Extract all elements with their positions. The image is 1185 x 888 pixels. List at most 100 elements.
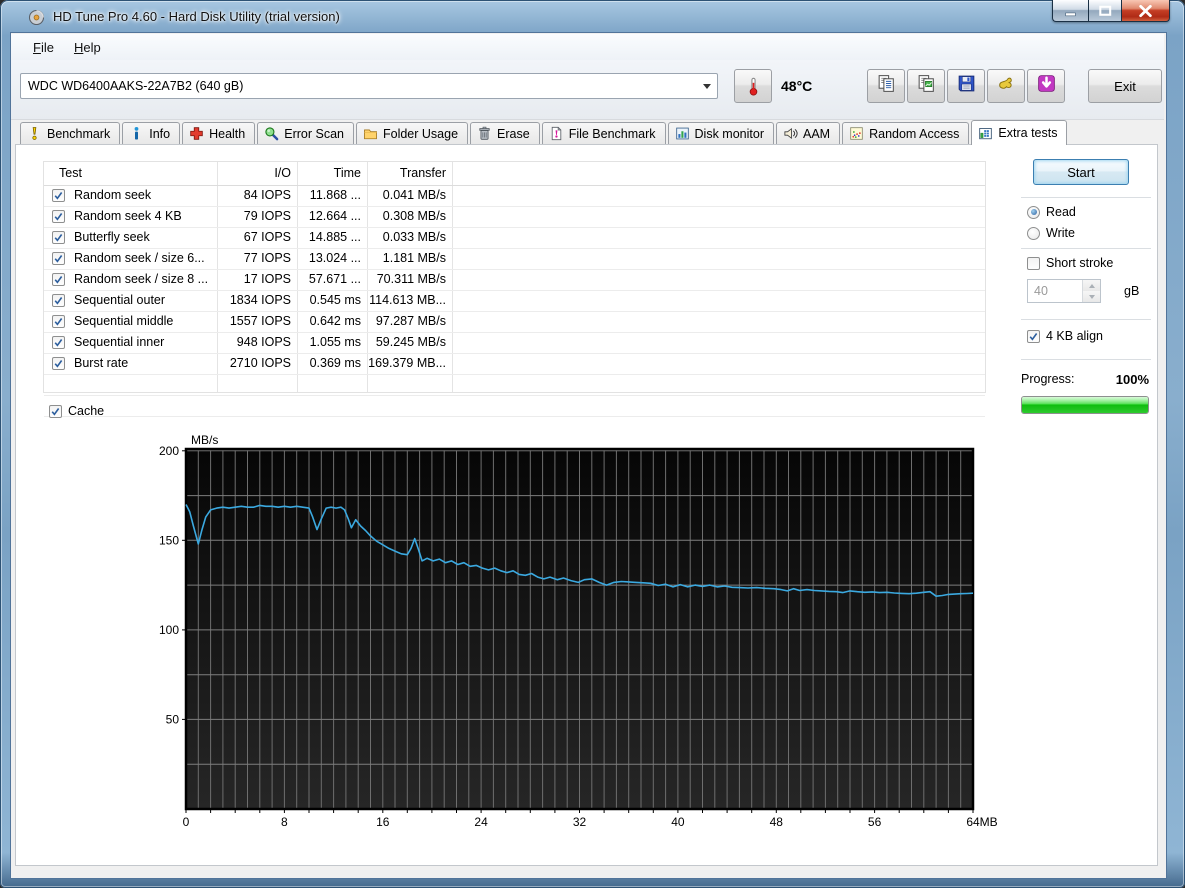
- stepper-down-icon[interactable]: [1083, 291, 1100, 302]
- col-test: Test: [59, 166, 82, 180]
- col-transfer: Transfer: [367, 166, 446, 180]
- short-stroke-size-stepper[interactable]: 40: [1027, 279, 1101, 303]
- save-button[interactable]: [947, 69, 985, 103]
- test-name: Random seek: [74, 188, 214, 202]
- cache-label: Cache: [68, 404, 104, 418]
- file-benchmark-icon: [549, 126, 564, 141]
- transfer-value: 0.041 MB/s: [367, 188, 446, 202]
- app-icon: [28, 9, 45, 26]
- row-checkbox[interactable]: [52, 294, 65, 307]
- transfer-value: 59.245 MB/s: [367, 335, 446, 349]
- export-button[interactable]: [987, 69, 1025, 103]
- row-checkbox[interactable]: [52, 273, 65, 286]
- write-radio[interactable]: Write: [1027, 226, 1075, 240]
- short-stroke-checkbox[interactable]: Short stroke: [1027, 256, 1113, 270]
- temperature-button[interactable]: [734, 69, 772, 103]
- divider: [1021, 197, 1151, 198]
- progress-bar-fill: [1022, 397, 1148, 413]
- chart-canvas: 200150100500816243240485664MBMB/s: [141, 431, 1041, 831]
- time-value: 57.671 ...: [297, 272, 361, 286]
- tab-error-scan[interactable]: Error Scan: [257, 122, 354, 144]
- copy-text-button[interactable]: [867, 69, 905, 103]
- tab-label: Error Scan: [284, 127, 344, 141]
- table-row: Butterfly seek67 IOPS14.885 ...0.033 MB/…: [44, 228, 985, 249]
- minimize-button[interactable]: [1052, 0, 1088, 22]
- write-radio-label: Write: [1046, 226, 1075, 240]
- row-checkbox[interactable]: [52, 231, 65, 244]
- tab-label: Info: [149, 127, 170, 141]
- test-name: Random seek / size 8 ...: [74, 272, 214, 286]
- tab-label: Erase: [497, 127, 530, 141]
- error-scan-icon: [264, 126, 279, 141]
- tab-health[interactable]: Health: [182, 122, 255, 144]
- io-value: 1834 IOPS: [217, 293, 291, 307]
- row-checkbox[interactable]: [52, 210, 65, 223]
- tab-file-benchmark[interactable]: File Benchmark: [542, 122, 666, 144]
- time-value: 11.868 ...: [297, 188, 361, 202]
- table-row: Random seek84 IOPS11.868 ...0.041 MB/s: [44, 186, 985, 207]
- exit-button[interactable]: Exit: [1088, 69, 1162, 103]
- row-checkbox[interactable]: [52, 189, 65, 202]
- svg-text:40: 40: [671, 815, 685, 829]
- tab-aam[interactable]: AAM: [776, 122, 840, 144]
- minimize-icon: [1053, 0, 1088, 22]
- close-button[interactable]: [1122, 0, 1170, 22]
- test-name: Random seek / size 6...: [74, 251, 214, 265]
- app-window: HD Tune Pro 4.60 - Hard Disk Utility (tr…: [0, 0, 1185, 888]
- time-value: 14.885 ...: [297, 230, 361, 244]
- cache-checkbox[interactable]: Cache: [49, 404, 104, 418]
- temperature-value: 48°C: [781, 69, 812, 103]
- row-checkbox[interactable]: [52, 252, 65, 265]
- chevron-down-icon: [697, 84, 717, 89]
- menu-file[interactable]: File: [23, 37, 64, 58]
- menu-help[interactable]: Help: [64, 37, 111, 58]
- random-access-icon: [849, 126, 864, 141]
- download-button[interactable]: [1027, 69, 1065, 103]
- copy-image-button[interactable]: [907, 69, 945, 103]
- folder-usage-icon: [363, 126, 378, 141]
- kb-align-checkbox[interactable]: 4 KB align: [1027, 329, 1103, 343]
- svg-text:16: 16: [376, 815, 390, 829]
- row-checkbox[interactable]: [52, 357, 65, 370]
- tab-label: Benchmark: [47, 127, 110, 141]
- transfer-value: 114.613 MB...: [367, 293, 446, 307]
- start-button[interactable]: Start: [1033, 159, 1129, 185]
- svg-text:8: 8: [281, 815, 288, 829]
- stepper-up-icon[interactable]: [1083, 280, 1100, 291]
- progress-value: 100%: [1116, 372, 1149, 387]
- test-name: Sequential inner: [74, 335, 214, 349]
- size-unit-label: gB: [1124, 284, 1139, 298]
- tab-random-access[interactable]: Random Access: [842, 122, 969, 144]
- svg-text:24: 24: [474, 815, 488, 829]
- download-icon: [1036, 73, 1057, 99]
- table-row: Sequential middle1557 IOPS0.642 ms97.287…: [44, 312, 985, 333]
- tab-extra-tests[interactable]: Extra tests: [971, 120, 1067, 145]
- transfer-value: 169.379 MB...: [367, 356, 446, 370]
- tab-info[interactable]: Info: [122, 122, 180, 144]
- io-value: 79 IOPS: [217, 209, 291, 223]
- tab-disk-monitor[interactable]: Disk monitor: [668, 122, 774, 144]
- row-checkbox[interactable]: [52, 336, 65, 349]
- transfer-value: 1.181 MB/s: [367, 251, 446, 265]
- thermometer-icon: [743, 76, 764, 97]
- tab-erase[interactable]: Erase: [470, 122, 540, 144]
- maximize-button[interactable]: [1088, 0, 1122, 22]
- tab-benchmark[interactable]: Benchmark: [20, 122, 120, 144]
- kb-align-label: 4 KB align: [1046, 329, 1103, 343]
- transfer-rate-chart: 200150100500816243240485664MBMB/s: [141, 431, 1041, 831]
- test-name: Sequential outer: [74, 293, 214, 307]
- svg-text:32: 32: [573, 815, 587, 829]
- tab-folder-usage[interactable]: Folder Usage: [356, 122, 468, 144]
- svg-text:0: 0: [183, 815, 190, 829]
- io-value: 77 IOPS: [217, 251, 291, 265]
- tab-label: File Benchmark: [569, 127, 656, 141]
- divider: [1021, 248, 1151, 249]
- title-bar[interactable]: HD Tune Pro 4.60 - Hard Disk Utility (tr…: [12, 0, 1052, 32]
- read-radio[interactable]: Read: [1027, 205, 1076, 219]
- row-checkbox[interactable]: [52, 315, 65, 328]
- divider: [1021, 359, 1151, 360]
- io-value: 1557 IOPS: [217, 314, 291, 328]
- drive-selector[interactable]: WDC WD6400AAKS-22A7B2 (640 gB): [20, 73, 718, 99]
- maximize-icon: [1089, 0, 1121, 22]
- tab-label: Folder Usage: [383, 127, 458, 141]
